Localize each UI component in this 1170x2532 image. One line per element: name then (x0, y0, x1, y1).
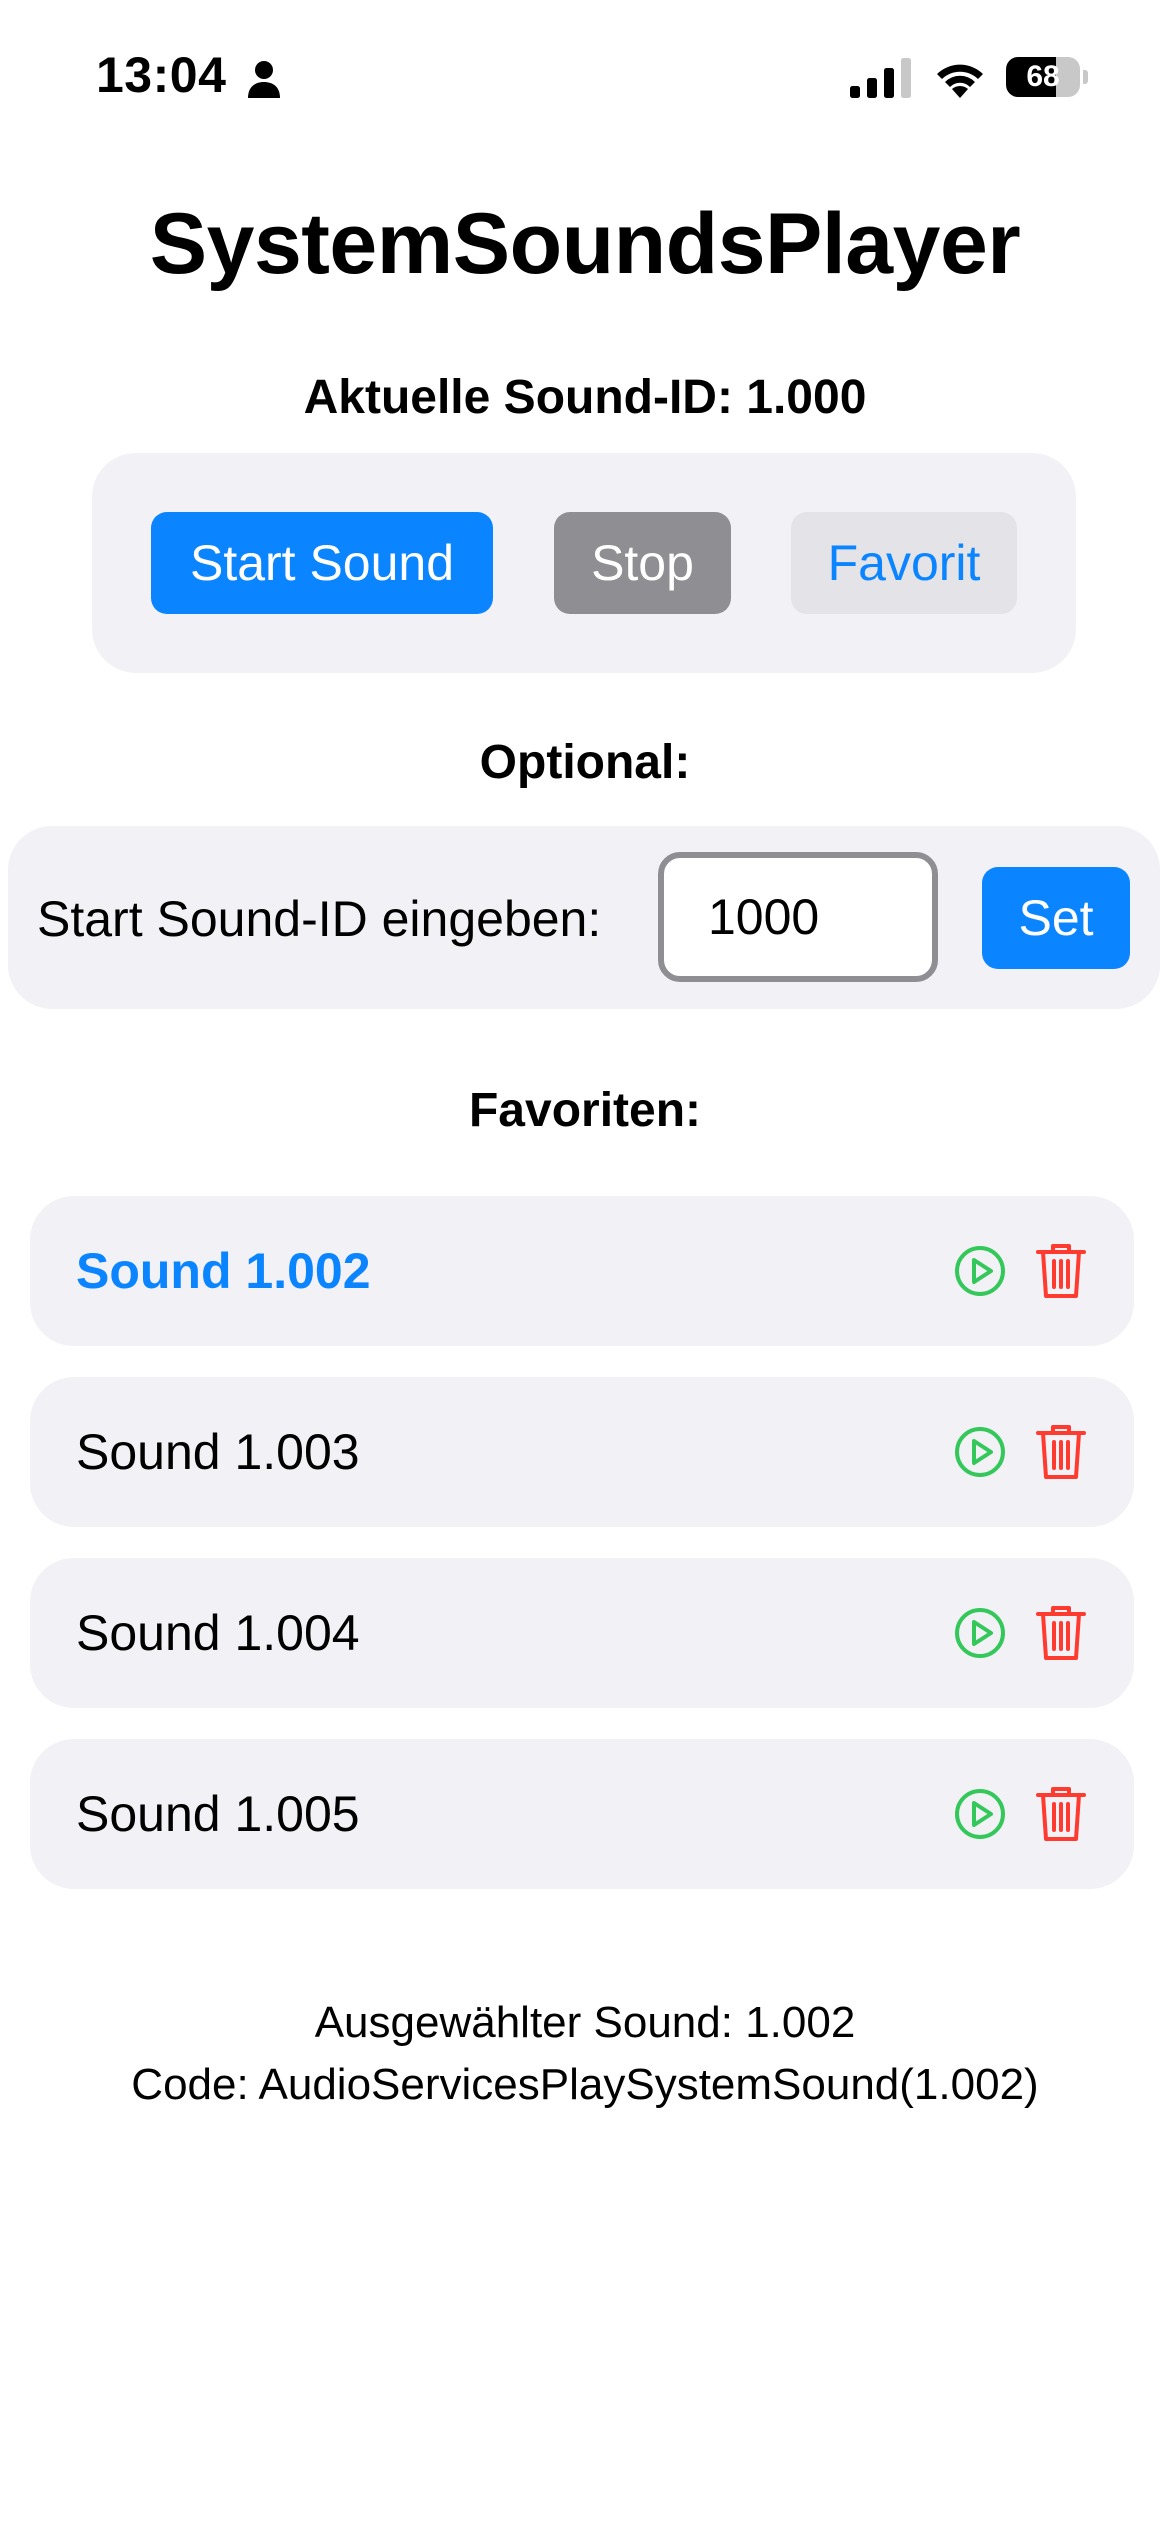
wifi-icon (937, 64, 983, 98)
person-icon (248, 61, 280, 98)
play-circle-icon[interactable] (954, 1607, 1006, 1659)
favorite-button[interactable]: Favorit (791, 512, 1017, 614)
favorites-heading: Favoriten: (468, 1084, 702, 1137)
code-snippet-text: Code: AudioServicesPlaySystemSound(1.002… (131, 2060, 1039, 2109)
favorite-item[interactable]: Sound 1.002 (30, 1196, 1134, 1346)
favorite-item-label: Sound 1.005 (76, 1786, 360, 1842)
play-circle-icon[interactable] (954, 1426, 1006, 1478)
trash-icon[interactable] (1036, 1242, 1086, 1300)
cellular-signal-icon (850, 58, 911, 98)
app-title: SystemSoundsPlayer (149, 196, 1021, 292)
optional-heading: Optional: (479, 736, 691, 789)
set-button[interactable]: Set (982, 867, 1130, 969)
trash-icon[interactable] (1036, 1423, 1086, 1481)
start-sound-button[interactable]: Start Sound (151, 512, 493, 614)
trash-icon[interactable] (1036, 1604, 1086, 1662)
favorite-item[interactable]: Sound 1.005 (30, 1739, 1134, 1889)
selected-sound-text: Ausgewählter Sound: 1.002 (314, 1998, 856, 2047)
status-time: 13:04 (96, 47, 227, 103)
trash-icon[interactable] (1036, 1785, 1086, 1843)
sound-id-input-label: Start Sound-ID eingeben: (37, 891, 602, 947)
battery-body: 68 (1006, 57, 1080, 97)
favorite-item[interactable]: Sound 1.003 (30, 1377, 1134, 1527)
status-bar: 13:04 68 (0, 0, 1170, 150)
sound-id-input[interactable] (658, 852, 938, 982)
favorite-item-label: Sound 1.004 (76, 1605, 360, 1661)
stop-button[interactable]: Stop (554, 512, 731, 614)
battery-percent: 68 (1026, 60, 1060, 93)
current-sound-id: Aktuelle Sound-ID: 1.000 (303, 371, 867, 424)
favorite-item-label: Sound 1.003 (76, 1424, 360, 1480)
favorite-item[interactable]: Sound 1.004 (30, 1558, 1134, 1708)
battery-indicator: 68 (1006, 57, 1088, 97)
battery-cap (1083, 70, 1088, 84)
play-circle-icon[interactable] (954, 1788, 1006, 1840)
play-circle-icon[interactable] (954, 1245, 1006, 1297)
favorite-item-label: Sound 1.002 (76, 1243, 371, 1299)
